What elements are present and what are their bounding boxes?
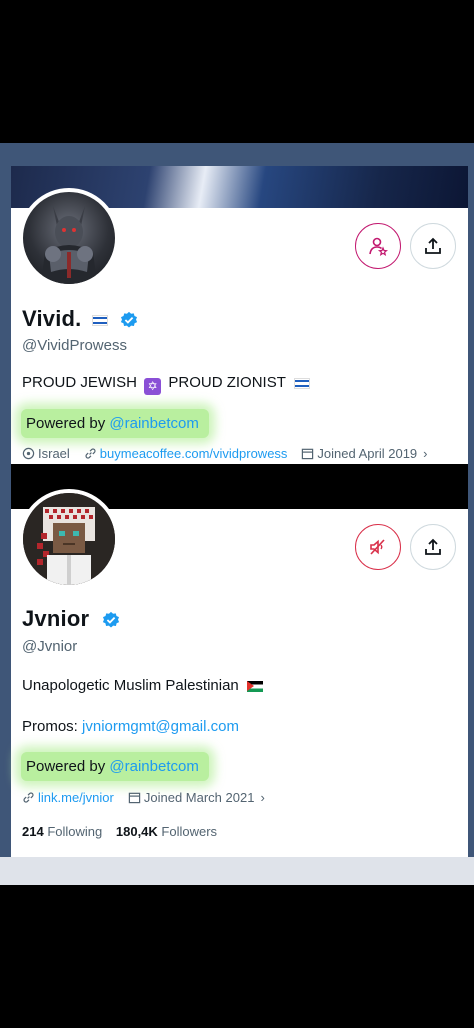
israel-flag-icon bbox=[293, 377, 310, 389]
wolf-knight-avatar-icon bbox=[41, 206, 97, 284]
location-text: Israel bbox=[38, 446, 70, 461]
chevron-right-icon[interactable]: › bbox=[260, 790, 264, 805]
handle: @VividProwess bbox=[22, 337, 127, 354]
promos-email-link[interactable]: jvniormgmt@gmail.com bbox=[82, 718, 239, 735]
rainbet-mention-link[interactable]: @rainbetcom bbox=[109, 415, 198, 432]
following-count: 214 bbox=[22, 824, 44, 839]
share-icon bbox=[425, 538, 441, 555]
location: Israel bbox=[22, 446, 70, 461]
profile-card-jvnior: Jvnior @Jvnior Unapologetic Muslim Pales… bbox=[11, 489, 468, 857]
share-icon bbox=[425, 237, 441, 254]
joined-date: Joined March 2021 › bbox=[128, 790, 265, 805]
profile-meta: Israel buymeacoffee.com/vividprowess Joi… bbox=[22, 446, 438, 461]
bio-text-part2: PROUD ZIONIST bbox=[168, 374, 286, 391]
israel-flag-icon bbox=[91, 314, 108, 326]
promos: Promos: jvniormgmt@gmail.com bbox=[22, 718, 239, 735]
profile-card-vivid: Vivid. @VividProwess PROUD JEWISH ✡ PROU… bbox=[11, 166, 468, 464]
powered-by-highlight: Powered by @rainbetcom bbox=[21, 409, 209, 438]
palestine-flag-icon bbox=[246, 680, 263, 692]
display-name: Vivid. bbox=[22, 306, 138, 332]
powered-by-highlight: Powered by @rainbetcom bbox=[21, 752, 209, 781]
followers-label: Followers bbox=[161, 824, 218, 839]
verified-badge-icon bbox=[102, 612, 119, 628]
share-button[interactable] bbox=[410, 524, 456, 570]
chevron-right-icon[interactable]: › bbox=[423, 446, 427, 461]
pixel-keffiyeh-avatar-icon bbox=[23, 493, 115, 585]
muted-icon bbox=[370, 539, 385, 555]
avatar[interactable] bbox=[19, 489, 119, 589]
bio-text: Unapologetic Muslim Palestinian bbox=[22, 677, 239, 694]
website[interactable]: link.me/jvnior bbox=[22, 790, 114, 805]
link-icon bbox=[23, 792, 34, 803]
follow-person-button[interactable] bbox=[355, 223, 401, 269]
joined-date: Joined April 2019 › bbox=[301, 446, 428, 461]
calendar-icon bbox=[302, 448, 314, 460]
star-of-david-icon: ✡ bbox=[144, 378, 162, 395]
website-link[interactable]: buymeacoffee.com/vividprowess bbox=[100, 446, 288, 461]
avatar[interactable] bbox=[19, 188, 119, 288]
powered-by-label: Powered by bbox=[26, 415, 106, 432]
promos-label: Promos: bbox=[22, 718, 78, 735]
following-label: Following bbox=[47, 824, 103, 839]
bio-text-part1: PROUD JEWISH bbox=[22, 374, 138, 391]
rainbet-mention-link[interactable]: @rainbetcom bbox=[109, 758, 198, 775]
display-name-text: Jvnior bbox=[22, 606, 90, 631]
following-stat[interactable]: 214 Following bbox=[22, 824, 106, 839]
location-pin-icon bbox=[22, 447, 35, 460]
handle: @Jvnior bbox=[22, 638, 78, 655]
link-icon bbox=[85, 448, 96, 459]
bio: Unapologetic Muslim Palestinian bbox=[22, 677, 263, 694]
share-button[interactable] bbox=[410, 223, 456, 269]
follow-person-icon bbox=[369, 237, 388, 256]
bio: PROUD JEWISH ✡ PROUD ZIONIST bbox=[22, 374, 310, 395]
profile-meta: link.me/jvnior Joined March 2021 › bbox=[22, 790, 275, 805]
display-name: Jvnior bbox=[22, 606, 120, 632]
joined-text: Joined March 2021 bbox=[143, 790, 255, 805]
joined-text: Joined April 2019 bbox=[317, 446, 418, 461]
unmute-button[interactable] bbox=[355, 524, 401, 570]
website-link[interactable]: link.me/jvnior bbox=[38, 790, 114, 805]
website[interactable]: buymeacoffee.com/vividprowess bbox=[84, 446, 288, 461]
panel-footer bbox=[0, 857, 474, 885]
powered-by-label: Powered by bbox=[26, 758, 106, 775]
followers-count: 180,4K bbox=[115, 824, 158, 839]
follow-stats: 214 Following 180,4K Followers bbox=[22, 824, 217, 839]
verified-badge-icon bbox=[121, 312, 138, 328]
followers-stat[interactable]: 180,4K Followers bbox=[116, 824, 217, 839]
display-name-text: Vivid. bbox=[22, 306, 82, 331]
calendar-icon bbox=[128, 792, 141, 804]
